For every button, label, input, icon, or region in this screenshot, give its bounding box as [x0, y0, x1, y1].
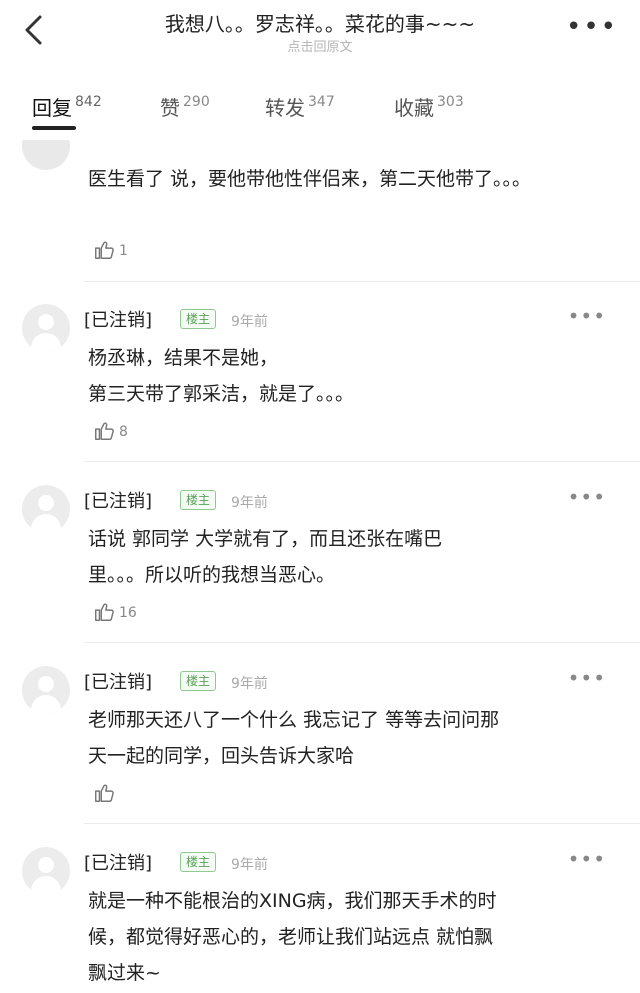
comment-text-line: 老师那天还八了一个什么 我忘记了 等等去问问那: [88, 709, 500, 731]
username[interactable]: [已注销]: [84, 487, 152, 513]
thumbs-up-icon: [95, 784, 114, 802]
default-avatar-icon[interactable]: [22, 847, 70, 895]
comment-text-line: 话说 郭同学 大学就有了，而且还张在嘴巴: [88, 528, 443, 550]
divider: [84, 281, 640, 282]
like-count: 1: [119, 243, 128, 259]
active-tab-indicator: [32, 126, 76, 130]
comment-item: [已注销] 楼主 9年前 ••• 杨丞琳，结果不是她， 第三天带了郭采洁，就是了…: [0, 300, 640, 460]
comment-more-icon[interactable]: •••: [568, 304, 606, 328]
tab-favorites[interactable]: 收藏 303: [394, 92, 464, 132]
divider: [84, 461, 640, 462]
tab-count: 303: [437, 94, 464, 110]
thumbs-up-icon: [95, 603, 114, 621]
comment-text: 老师那天还八了一个什么 我忘记了 等等去问问那 天一起的同学，回头告诉大家哈: [88, 702, 588, 774]
comment-item: [已注销] 楼主 9年前 ••• 就是一种不能根治的XING病，我们那天手术的时…: [0, 843, 640, 993]
back-to-original-link[interactable]: 点击回原文: [0, 36, 640, 55]
comment-item: [已注销] 楼主 9年前 ••• 话说 郭同学 大学就有了，而且还张在嘴巴 里。…: [0, 481, 640, 641]
comment-text-line: 飘过来~: [88, 962, 161, 984]
comment-text-line: 里。。。所以听的我想当恶心。: [88, 564, 336, 586]
comment-text: 医生看了 说，要他带他性伴侣来，第二天他带了。。。: [88, 168, 532, 190]
tab-reposts[interactable]: 转发 347: [265, 92, 335, 132]
default-avatar-icon[interactable]: [22, 485, 70, 533]
timestamp: 9年前: [231, 314, 268, 330]
default-avatar-icon[interactable]: [22, 304, 70, 352]
like-count: 8: [119, 424, 128, 440]
comment-text-line: 就是一种不能根治的XING病，我们那天手术的时: [88, 890, 497, 912]
tab-label: 回复: [32, 96, 72, 120]
tab-count: 290: [183, 94, 210, 110]
username[interactable]: [已注销]: [84, 668, 152, 694]
thumbs-up-icon: [95, 241, 114, 259]
more-dots-icon[interactable]: •••: [566, 12, 618, 42]
like-count: 16: [119, 605, 137, 621]
tab-label: 赞: [160, 96, 180, 120]
username[interactable]: [已注销]: [84, 306, 152, 332]
tab-likes[interactable]: 赞 290: [160, 92, 210, 132]
comment-more-icon[interactable]: •••: [568, 666, 606, 690]
comment-more-icon[interactable]: •••: [568, 847, 606, 871]
page-title[interactable]: 我想八。。罗志祥。。菜花的事~~~: [0, 8, 640, 37]
username[interactable]: [已注销]: [84, 849, 152, 875]
thumbs-up-icon: [95, 422, 114, 440]
comment-item: 医生看了 说，要他带他性伴侣来，第二天他带了。。。 1: [0, 155, 640, 285]
timestamp: 9年前: [231, 857, 268, 873]
comment-more-icon[interactable]: •••: [568, 485, 606, 509]
tab-count: 347: [308, 94, 335, 110]
op-badge: 楼主: [180, 671, 217, 691]
tab-count: 842: [75, 94, 102, 110]
tab-bar: 回复 842 赞 290 转发 347 收藏 303: [0, 92, 640, 140]
op-badge: 楼主: [180, 309, 217, 329]
op-badge: 楼主: [180, 852, 217, 872]
default-avatar-icon[interactable]: [22, 666, 70, 714]
comment-text-line: 第三天带了郭采洁，就是了。。。: [88, 383, 355, 405]
timestamp: 9年前: [231, 676, 268, 692]
comment-text: 就是一种不能根治的XING病，我们那天手术的时 候，都觉得好恶心的，老师让我们站…: [88, 883, 588, 991]
comment-text-line: 天一起的同学，回头告诉大家哈: [88, 745, 355, 767]
divider: [84, 642, 640, 643]
tab-label: 收藏: [394, 96, 434, 120]
divider: [84, 823, 640, 824]
comment-text-line: 杨丞琳，结果不是她，: [88, 347, 279, 369]
top-bar: 我想八。。罗志祥。。菜花的事~~~ 点击回原文 •••: [0, 0, 640, 70]
comment-text: 杨丞琳，结果不是她， 第三天带了郭采洁，就是了。。。: [88, 340, 588, 412]
comment-text: 话说 郭同学 大学就有了，而且还张在嘴巴 里。。。所以听的我想当恶心。: [88, 521, 588, 593]
timestamp: 9年前: [231, 495, 268, 511]
comment-item: [已注销] 楼主 9年前 ••• 老师那天还八了一个什么 我忘记了 等等去问问那…: [0, 662, 640, 822]
op-badge: 楼主: [180, 490, 217, 510]
comment-text-line: 候，都觉得好恶心的，老师让我们站远点 就怕飘: [88, 926, 494, 948]
tab-label: 转发: [265, 96, 305, 120]
